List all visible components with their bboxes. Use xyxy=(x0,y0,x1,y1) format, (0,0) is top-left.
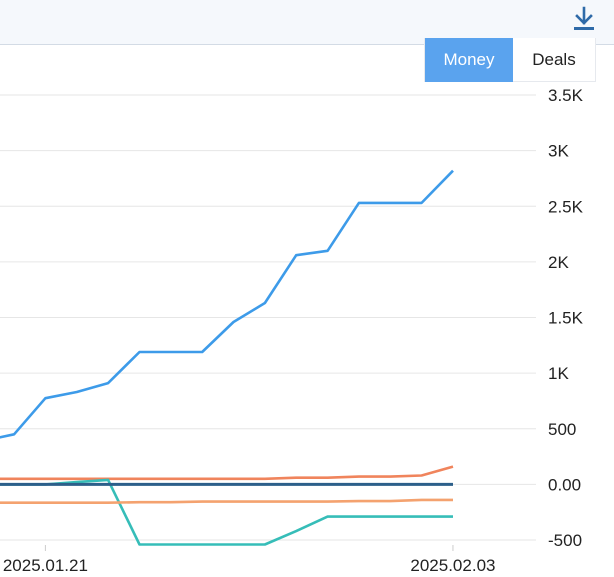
x-tick-label: 2025.02.03 xyxy=(410,556,495,575)
y-tick-label: 1.5K xyxy=(548,309,584,328)
y-tick-label: 3.5K xyxy=(548,86,584,105)
y-tick-label: 1K xyxy=(548,364,569,383)
series-line-3 xyxy=(0,478,453,546)
chart-series xyxy=(0,169,454,546)
series-line-1 xyxy=(0,169,454,439)
line-chart: 3.5K 3K 2.5K 2K 1.5K 1K 500 0.00 -500 2025.01.21… xyxy=(0,86,584,575)
toggle-money[interactable]: Money xyxy=(425,38,513,82)
chart-grid xyxy=(0,94,536,541)
y-tick-label: 0.00 xyxy=(548,475,581,494)
y-axis: 3.5K 3K 2.5K 2K 1.5K 1K 500 0.00 -500 xyxy=(548,86,584,550)
y-tick-label: 500 xyxy=(548,420,576,439)
y-tick-label: 2K xyxy=(548,253,569,272)
x-tick-label: 2025.01.21 xyxy=(3,556,88,575)
y-tick-label: -500 xyxy=(548,531,582,550)
x-axis: 2025.01.21 2025.02.03 xyxy=(3,545,495,575)
metric-toggle: Money Deals xyxy=(424,38,596,82)
series-line-2 xyxy=(0,465,454,481)
series-line-4 xyxy=(0,498,453,505)
y-tick-label: 3K xyxy=(548,142,569,161)
y-tick-label: 2.5K xyxy=(548,197,584,216)
toggle-deals[interactable]: Deals xyxy=(513,38,595,82)
